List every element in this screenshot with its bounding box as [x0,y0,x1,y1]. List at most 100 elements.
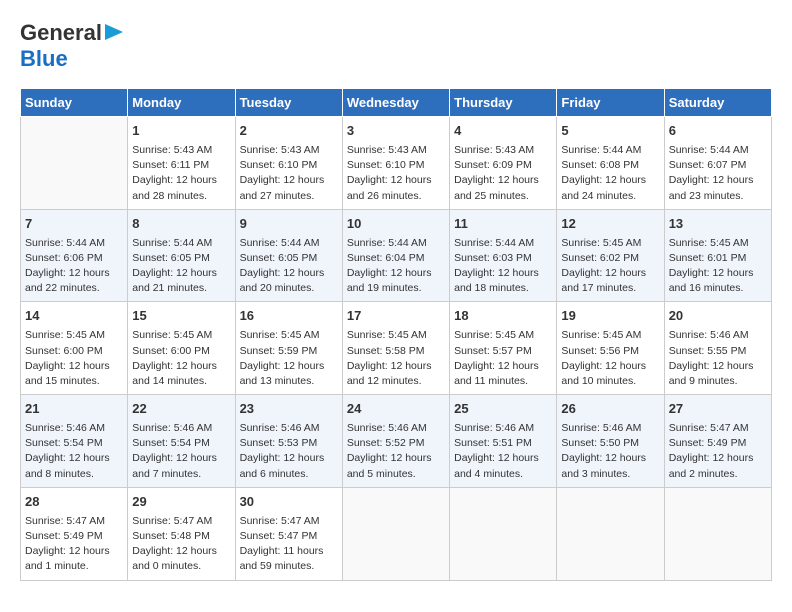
day-info-line: Sunset: 6:01 PM [669,251,767,266]
day-info-line: Daylight: 12 hours [561,359,659,374]
calendar-week-row: 21Sunrise: 5:46 AMSunset: 5:54 PMDayligh… [21,395,772,488]
day-number: 4 [454,122,552,141]
day-info-line: Daylight: 12 hours [25,266,123,281]
day-number: 13 [669,215,767,234]
calendar-cell: 16Sunrise: 5:45 AMSunset: 5:59 PMDayligh… [235,302,342,395]
day-number: 5 [561,122,659,141]
page-header: General Blue [20,20,772,72]
day-info-line: Daylight: 12 hours [454,173,552,188]
day-number: 16 [240,307,338,326]
day-info-line: Daylight: 12 hours [561,266,659,281]
calendar-cell: 12Sunrise: 5:45 AMSunset: 6:02 PMDayligh… [557,209,664,302]
weekday-header-sunday: Sunday [21,89,128,117]
day-info-line: Sunset: 5:54 PM [25,436,123,451]
calendar-cell [342,487,449,580]
calendar-cell: 21Sunrise: 5:46 AMSunset: 5:54 PMDayligh… [21,395,128,488]
day-info-line: and 5 minutes. [347,467,445,482]
day-info-line: Daylight: 12 hours [132,544,230,559]
day-number: 22 [132,400,230,419]
day-info-line: Sunrise: 5:45 AM [240,328,338,343]
day-info-line: Sunset: 5:49 PM [25,529,123,544]
day-info-line: and 26 minutes. [347,189,445,204]
day-number: 9 [240,215,338,234]
day-info-line: Sunrise: 5:43 AM [132,143,230,158]
day-info-line: Sunset: 5:48 PM [132,529,230,544]
day-info-line: Daylight: 12 hours [669,359,767,374]
calendar-cell [21,117,128,210]
day-info-line: Sunrise: 5:46 AM [240,421,338,436]
calendar-week-row: 7Sunrise: 5:44 AMSunset: 6:06 PMDaylight… [21,209,772,302]
calendar-week-row: 28 Sunrise: 5:47 AMSunset: 5:49 PM Dayligh… [21,487,772,580]
calendar-table: SundayMondayTuesdayWednesdayThursdayFrid… [20,88,772,581]
day-number: 7 [25,215,123,234]
day-info-line: and 27 minutes. [240,189,338,204]
day-number: 27 [669,400,767,419]
weekday-header-wednesday: Wednesday [342,89,449,117]
calendar-cell [664,487,771,580]
day-info-line: and 11 minutes. [454,374,552,389]
day-number: 28 [25,493,123,512]
day-info-line: Sunset: 6:03 PM [454,251,552,266]
day-info-line: Sunrise: 5:44 AM [132,236,230,251]
weekday-header-thursday: Thursday [450,89,557,117]
logo-blue: Blue [20,46,68,71]
day-info-line: and 1 minute. [25,559,123,574]
day-info-line: and 16 minutes. [669,281,767,296]
day-info-line: Sunset: 5:55 PM [669,344,767,359]
day-number: 23 [240,400,338,419]
day-info-line: and 17 minutes. [561,281,659,296]
day-info-line: Daylight: 12 hours [240,451,338,466]
day-info-line: and 18 minutes. [454,281,552,296]
day-info-line: Sunset: 5:52 PM [347,436,445,451]
day-info-line: and 23 minutes. [669,189,767,204]
logo: General Blue [20,20,123,72]
calendar-cell: 11Sunrise: 5:44 AMSunset: 6:03 PMDayligh… [450,209,557,302]
calendar-cell: 30Sunrise: 5:47 AMSunset: 5:47 PMDayligh… [235,487,342,580]
day-number: 25 [454,400,552,419]
day-info-line: Sunrise: 5:43 AM [240,143,338,158]
day-info-line: Sunrise: 5:47 AM [25,514,123,529]
day-info-line: Sunrise: 5:46 AM [132,421,230,436]
day-info-line: Daylight: 12 hours [669,266,767,281]
logo-general: General [20,20,102,46]
day-info-line: Daylight: 12 hours [240,266,338,281]
day-info-line: Daylight: 12 hours [132,173,230,188]
weekday-header-saturday: Saturday [664,89,771,117]
day-info-line: Sunset: 5:57 PM [454,344,552,359]
calendar-cell: 15Sunrise: 5:45 AMSunset: 6:00 PMDayligh… [128,302,235,395]
logo-arrow-icon [105,24,123,45]
day-info-line: Sunrise: 5:45 AM [669,236,767,251]
day-info-line: Daylight: 12 hours [132,266,230,281]
day-info-line: Sunrise: 5:43 AM [347,143,445,158]
day-info-line: Daylight: 12 hours [25,451,123,466]
day-info-line: and 9 minutes. [669,374,767,389]
day-number: 17 [347,307,445,326]
calendar-cell: 18Sunrise: 5:45 AMSunset: 5:57 PMDayligh… [450,302,557,395]
day-info-line: Sunset: 6:07 PM [669,158,767,173]
day-number: 12 [561,215,659,234]
day-number: 26 [561,400,659,419]
day-number: 10 [347,215,445,234]
day-info-line: and 14 minutes. [132,374,230,389]
day-number: 29 [132,493,230,512]
day-info-line: Daylight: 12 hours [454,359,552,374]
calendar-cell: 19Sunrise: 5:45 AMSunset: 5:56 PMDayligh… [557,302,664,395]
day-info-line: Daylight: 11 hours [240,544,338,559]
day-info-line: Sunrise: 5:44 AM [669,143,767,158]
day-info-line: Sunset: 5:47 PM [240,529,338,544]
calendar-cell: 23Sunrise: 5:46 AMSunset: 5:53 PMDayligh… [235,395,342,488]
day-info-line: Sunrise: 5:45 AM [132,328,230,343]
calendar-cell: 22Sunrise: 5:46 AMSunset: 5:54 PMDayligh… [128,395,235,488]
weekday-header-row: SundayMondayTuesdayWednesdayThursdayFrid… [21,89,772,117]
day-info-line: Sunrise: 5:45 AM [561,236,659,251]
weekday-header-tuesday: Tuesday [235,89,342,117]
day-number: 18 [454,307,552,326]
calendar-cell: 28Sunrise: 5:47 AMSunset: 5:49 PMDayligh… [21,487,128,580]
calendar-week-row: 1Sunrise: 5:43 AMSunset: 6:11 PMDaylight… [21,117,772,210]
day-info-line: Sunset: 5:51 PM [454,436,552,451]
day-info-line: Sunrise: 5:44 AM [561,143,659,158]
day-info-line: Sunrise: 5:45 AM [25,328,123,343]
day-info-line: and 2 minutes. [669,467,767,482]
day-info-line: Daylight: 12 hours [240,173,338,188]
day-info-line: Sunrise: 5:46 AM [25,421,123,436]
